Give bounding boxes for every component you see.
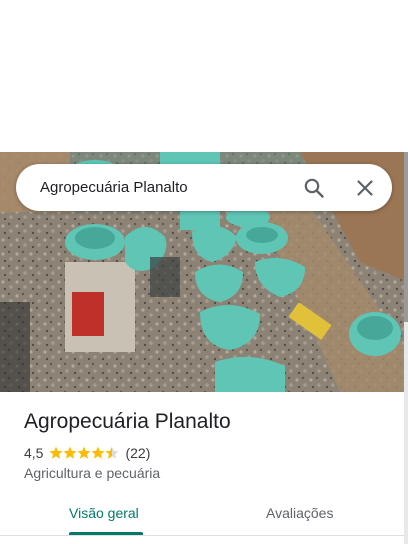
tab-overview[interactable]: Visão geral — [69, 505, 139, 521]
close-icon — [357, 180, 373, 196]
search-button[interactable] — [301, 175, 327, 201]
clear-search-button[interactable] — [352, 175, 378, 201]
scrollbar-thumb[interactable] — [404, 152, 408, 322]
review-count: (22) — [125, 445, 151, 461]
place-panel: Agropecuária Planalto 4,5 (22) Agricultu… — [0, 0, 408, 544]
star-icon — [91, 446, 105, 459]
tab-divider — [0, 535, 404, 536]
search-input[interactable] — [40, 179, 280, 196]
star-icon — [63, 446, 77, 459]
star-rating — [49, 446, 119, 460]
rating-row[interactable]: 4,5 (22) — [24, 444, 150, 462]
tab-reviews[interactable]: Avaliações — [266, 505, 333, 521]
search-box[interactable] — [16, 164, 392, 211]
rating-value: 4,5 — [24, 445, 44, 461]
search-icon — [304, 178, 324, 198]
place-category[interactable]: Agricultura e pecuária — [24, 465, 160, 481]
star-icon — [49, 446, 63, 459]
star-icon — [77, 446, 91, 459]
place-title: Agropecuária Planalto — [24, 410, 231, 433]
star-icon — [105, 446, 119, 459]
